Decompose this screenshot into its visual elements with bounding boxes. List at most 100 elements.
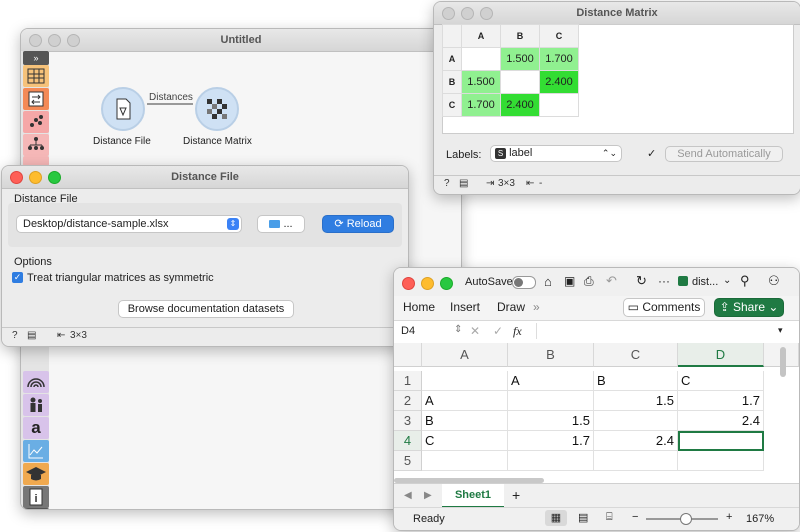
report-icon[interactable]: ▤: [27, 330, 36, 341]
share-people-icon[interactable]: ⚇: [768, 273, 780, 289]
close-button[interactable]: [29, 34, 42, 47]
cell[interactable]: [594, 451, 678, 471]
cell[interactable]: C: [422, 431, 508, 451]
minimize-button[interactable]: [421, 277, 434, 290]
file-name[interactable]: dist...: [692, 276, 718, 288]
matrix-cell[interactable]: 1.700: [461, 93, 501, 117]
cancel-icon[interactable]: ✕: [470, 324, 480, 338]
tab-home[interactable]: Home: [403, 300, 435, 314]
tab-insert[interactable]: Insert: [450, 300, 480, 314]
matrix-cell[interactable]: 1.500: [500, 47, 540, 71]
row-header[interactable]: 1: [394, 371, 422, 391]
minimize-button[interactable]: [461, 7, 474, 20]
cell[interactable]: [422, 371, 508, 391]
report-icon[interactable]: ▤: [459, 178, 468, 189]
row-header[interactable]: B: [442, 70, 462, 94]
chevron-down-icon[interactable]: ⌄: [723, 275, 731, 286]
cell[interactable]: B: [422, 411, 508, 431]
cell[interactable]: [508, 391, 594, 411]
select-all-corner[interactable]: [394, 343, 422, 367]
row-header[interactable]: 2: [394, 391, 422, 411]
name-box[interactable]: D4: [401, 325, 415, 337]
info-icon[interactable]: i: [23, 486, 49, 508]
matrix-cell[interactable]: 1.700: [539, 47, 579, 71]
timeseries-icon[interactable]: [23, 440, 49, 462]
row-header[interactable]: 5: [394, 451, 422, 471]
zoom-in-icon[interactable]: +: [726, 511, 732, 523]
matrix-cell[interactable]: 2.400: [539, 70, 579, 94]
cell[interactable]: [422, 451, 508, 471]
zoom-button[interactable]: [67, 34, 80, 47]
cell[interactable]: [594, 411, 678, 431]
column-header-active[interactable]: D: [678, 343, 764, 367]
normal-view-icon[interactable]: ▦: [545, 510, 567, 526]
tab-draw[interactable]: Draw: [497, 300, 525, 314]
cell[interactable]: C: [678, 371, 764, 391]
sheet-tab[interactable]: Sheet1: [442, 484, 504, 508]
zoom-button[interactable]: [440, 277, 453, 290]
page-break-icon[interactable]: ⌸: [606, 511, 613, 524]
hierarchy-icon[interactable]: [23, 134, 49, 156]
browse-documentation-button[interactable]: Browse documentation datasets: [118, 300, 294, 318]
send-automatically-button[interactable]: Send Automatically: [665, 146, 783, 162]
text-mining-icon[interactable]: a: [23, 417, 49, 439]
cell[interactable]: 1.7: [508, 431, 594, 451]
column-header[interactable]: B: [500, 24, 540, 48]
enter-icon[interactable]: ✓: [493, 324, 503, 338]
column-header[interactable]: C: [594, 343, 678, 367]
matrix-cell[interactable]: 2.400: [500, 93, 540, 117]
matrix-cell[interactable]: [461, 47, 501, 71]
more-tabs-icon[interactable]: »: [533, 300, 540, 314]
cell[interactable]: 2.4: [594, 431, 678, 451]
row-header[interactable]: C: [442, 93, 462, 117]
matrix-cell[interactable]: 1.500: [461, 70, 501, 94]
cell[interactable]: A: [508, 371, 594, 391]
save-icon[interactable]: ▣: [564, 274, 575, 288]
minimize-button[interactable]: [29, 171, 42, 184]
column-header[interactable]: B: [508, 343, 594, 367]
browse-file-button[interactable]: ...: [257, 215, 305, 233]
zoom-button[interactable]: [480, 7, 493, 20]
column-header[interactable]: A: [422, 343, 508, 367]
previous-sheet-icon[interactable]: ◀: [404, 490, 412, 501]
cell[interactable]: 1.7: [678, 391, 764, 411]
distance-matrix-node[interactable]: [195, 87, 239, 131]
scatter-plot-icon[interactable]: [23, 111, 49, 133]
column-header[interactable]: C: [539, 24, 579, 48]
network-icon[interactable]: [23, 371, 49, 393]
cell[interactable]: [678, 451, 764, 471]
close-button[interactable]: [442, 7, 455, 20]
hashtag-icon[interactable]: #: [23, 508, 49, 509]
cell[interactable]: 1.5: [594, 391, 678, 411]
horizontal-scrollbar[interactable]: [394, 478, 544, 483]
comments-button[interactable]: ▭ Comments: [623, 298, 705, 317]
help-icon[interactable]: ?: [444, 178, 450, 189]
reload-button[interactable]: ⟳ Reload: [322, 215, 394, 233]
row-header-active[interactable]: 4: [394, 431, 422, 451]
cell[interactable]: [508, 451, 594, 471]
fx-icon[interactable]: fx: [513, 324, 522, 339]
add-sheet-icon[interactable]: +: [512, 487, 520, 503]
data-table-icon[interactable]: [23, 65, 49, 87]
save-as-icon[interactable]: ⎙: [584, 274, 594, 289]
help-icon[interactable]: ?: [12, 330, 18, 341]
column-header[interactable]: A: [461, 24, 501, 48]
share-button[interactable]: ⇪ Share ⌄: [714, 298, 784, 317]
collapse-toolbox-icon[interactable]: »: [23, 51, 49, 65]
link-line[interactable]: [147, 103, 193, 105]
minimize-button[interactable]: [48, 34, 61, 47]
undo-icon[interactable]: ↶: [606, 273, 617, 289]
zoom-button[interactable]: [48, 171, 61, 184]
page-layout-icon[interactable]: ▤: [578, 511, 588, 524]
zoom-out-icon[interactable]: −: [632, 511, 638, 523]
cell[interactable]: 2.4: [678, 411, 764, 431]
close-button[interactable]: [402, 277, 415, 290]
matrix-cell[interactable]: [539, 93, 579, 117]
send-auto-checkbox[interactable]: ✓: [647, 147, 656, 160]
active-cell[interactable]: [678, 431, 764, 451]
file-path-combo[interactable]: Desktop/distance-sample.xlsx ⇕: [16, 215, 242, 233]
matrix-cell[interactable]: [500, 70, 540, 94]
cell[interactable]: 1.5: [508, 411, 594, 431]
distance-file-node[interactable]: [101, 87, 145, 131]
close-button[interactable]: [10, 171, 23, 184]
